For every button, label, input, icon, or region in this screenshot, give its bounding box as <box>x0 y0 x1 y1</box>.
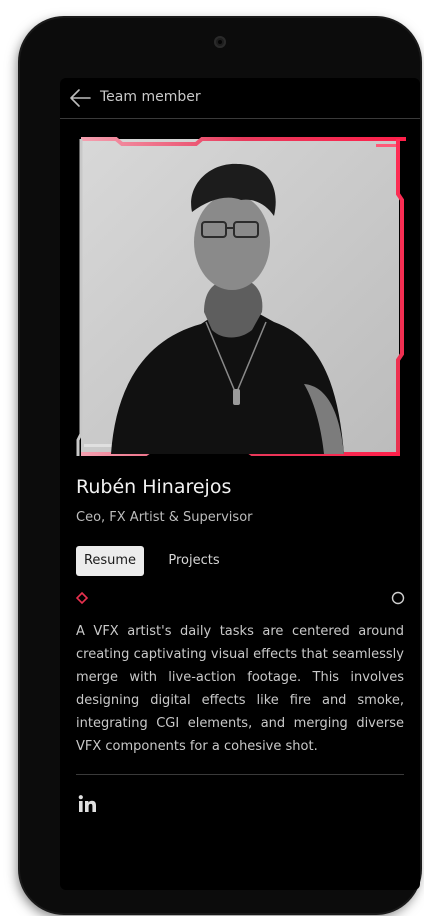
profile-photo <box>76 134 406 460</box>
camera-icon <box>214 36 226 48</box>
divider <box>76 774 404 775</box>
resume-progress-slider[interactable] <box>75 590 406 606</box>
member-role: Ceo, FX Artist & Supervisor <box>76 510 253 525</box>
linkedin-icon[interactable] <box>78 794 98 814</box>
top-bar: Team member <box>60 78 420 119</box>
progress-start-marker <box>75 591 89 605</box>
app-screen: Team member Rubén Hinarejos Ceo, FX Arti… <box>60 78 420 890</box>
member-name: Rubén Hinarejos <box>76 476 232 498</box>
back-arrow-icon[interactable] <box>68 86 94 110</box>
page-title: Team member <box>100 89 201 105</box>
progress-end-marker <box>391 591 405 605</box>
tab-projects[interactable]: Projects <box>160 546 228 576</box>
phone-frame: Team member Rubén Hinarejos Ceo, FX Arti… <box>20 18 420 913</box>
tab-resume[interactable]: Resume <box>76 546 144 576</box>
member-bio: A VFX artist's daily tasks are centered … <box>76 624 404 754</box>
